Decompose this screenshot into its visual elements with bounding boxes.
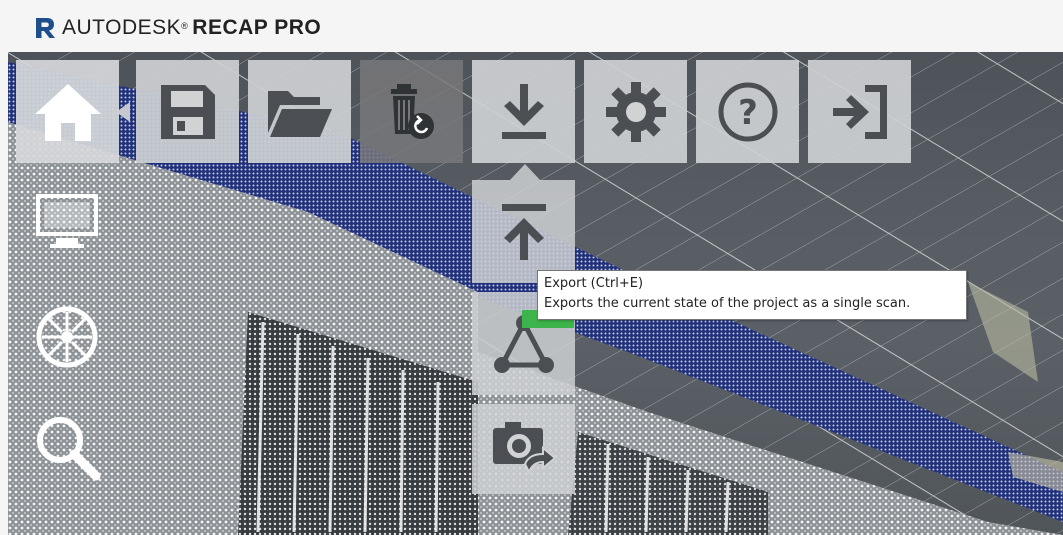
- navigation-wheel-button[interactable]: [22, 297, 112, 377]
- steering-wheel-icon: [36, 306, 98, 368]
- sign-out-icon: [832, 84, 887, 139]
- export-menu-upload[interactable]: [472, 180, 575, 283]
- home-caret-icon: [116, 102, 130, 122]
- monitor-icon: [36, 194, 98, 248]
- export-menu-snapshot[interactable]: [472, 404, 575, 494]
- folder-open-icon: [267, 90, 332, 137]
- export-caret-icon: [510, 164, 540, 180]
- gear-icon: [605, 81, 666, 142]
- upload-arrow-icon: [501, 203, 546, 260]
- brand-name: AUTODESK: [62, 16, 182, 39]
- camera-export-icon: [492, 422, 557, 475]
- tooltip-description: Exports the current state of the project…: [544, 296, 911, 311]
- recycle-bin-button[interactable]: [360, 60, 463, 163]
- export-button[interactable]: [472, 60, 575, 163]
- settings-button[interactable]: [584, 60, 687, 163]
- title-bar: AUTODESK® RECAP PRO: [0, 0, 1063, 52]
- floppy-disk-icon: [160, 84, 215, 139]
- svg-text:?: ?: [738, 93, 758, 133]
- exit-button[interactable]: [808, 60, 911, 163]
- app-title: AUTODESK® RECAP PRO: [62, 15, 321, 41]
- open-button[interactable]: [248, 60, 351, 163]
- magnifier-icon: [37, 417, 101, 481]
- tooltip-title: Export (Ctrl+E): [544, 276, 644, 291]
- trash-restore-icon: [390, 83, 434, 139]
- save-button[interactable]: [136, 60, 239, 163]
- question-circle-icon: ?: [718, 82, 777, 141]
- search-zoom-button[interactable]: [22, 407, 112, 487]
- trademark-symbol: ®: [181, 21, 189, 31]
- export-tooltip: Export (Ctrl+E) Exports the current stat…: [537, 270, 967, 320]
- download-arrow-icon: [501, 83, 546, 139]
- home-icon: [34, 83, 101, 141]
- home-button[interactable]: [16, 60, 119, 163]
- help-button[interactable]: ?: [696, 60, 799, 163]
- product-name: RECAP PRO: [192, 16, 322, 39]
- recap-logo-icon: [36, 18, 55, 38]
- screen-view-button[interactable]: [22, 182, 112, 262]
